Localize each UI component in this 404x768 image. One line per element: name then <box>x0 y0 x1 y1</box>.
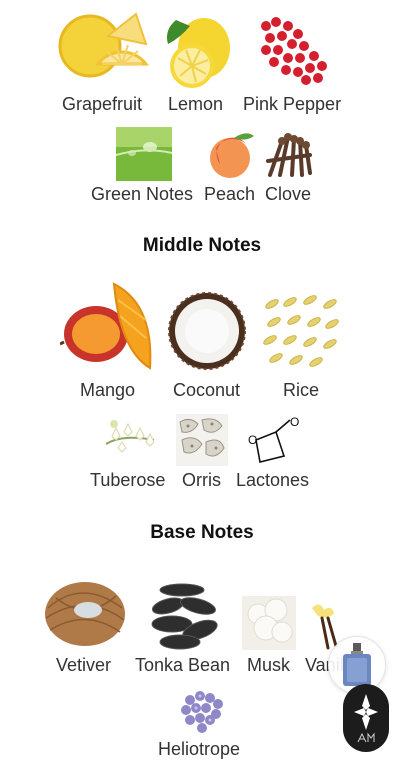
tuberose-icon <box>105 420 155 453</box>
heliotrope-icon <box>181 691 223 733</box>
section-title-middle-notes: Middle Notes <box>142 235 262 256</box>
ingredient-label: Heliotrope <box>158 739 241 759</box>
ingredient-label: Peach <box>204 184 256 204</box>
app-logo-button[interactable] <box>343 684 389 752</box>
rice-icon <box>263 295 339 367</box>
ingredient-label: Lactones <box>236 470 310 490</box>
svg-text:O: O <box>290 415 299 429</box>
vetiver-icon <box>45 582 125 646</box>
app-logo-icon <box>354 694 378 743</box>
mango-icon <box>60 282 152 370</box>
lactones-icon: O O <box>248 415 299 463</box>
ingredient-label: Tonka Bean <box>135 655 231 675</box>
pink-pepper-icon <box>261 17 327 85</box>
tonka-bean-icon <box>151 583 218 650</box>
ingredient-label: Rice <box>283 380 320 400</box>
green-notes-icon <box>116 127 172 181</box>
ingredient-label: Mango <box>80 380 136 400</box>
ingredient-label: Vetiver <box>56 655 112 675</box>
ingredient-label: Green Notes <box>91 184 194 204</box>
svg-text:O: O <box>248 433 257 447</box>
grapefruit-icon <box>58 12 150 78</box>
ingredient-label: Lemon <box>168 94 224 114</box>
ingredient-label: Coconut <box>173 380 241 400</box>
ingredient-label: Pink Pepper <box>243 94 342 114</box>
section-title-base-notes: Base Notes <box>150 522 254 543</box>
clove-icon <box>266 133 312 177</box>
ingredient-label: Tuberose <box>90 470 166 490</box>
coconut-icon <box>168 292 246 370</box>
lemon-icon <box>167 18 230 88</box>
musk-icon <box>242 596 296 650</box>
ingredient-label: Musk <box>247 655 291 675</box>
orris-icon <box>176 414 228 466</box>
peach-icon <box>210 133 254 178</box>
ingredient-label: Orris <box>182 470 221 490</box>
ingredient-label: Clove <box>265 184 312 204</box>
ingredient-label: Grapefruit <box>62 94 143 114</box>
